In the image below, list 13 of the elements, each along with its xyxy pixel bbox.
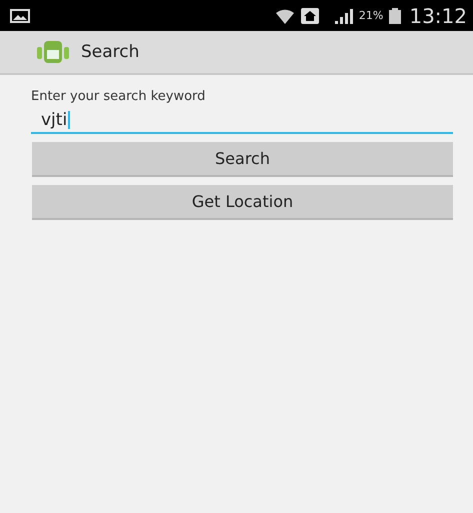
battery-percent: 21% [358, 9, 384, 22]
battery-icon [389, 8, 402, 24]
home-icon [300, 8, 319, 24]
robot-icon [37, 39, 69, 65]
search-button[interactable]: Search [32, 142, 453, 177]
image-icon [10, 8, 30, 22]
signal-icon [334, 8, 353, 24]
search-input-field[interactable]: vjti [31, 108, 453, 134]
field-label: Enter your search keyword [31, 89, 206, 104]
clock-time: 13:12 [409, 4, 467, 28]
wifi-icon [274, 8, 295, 24]
location-button[interactable]: Get Location [32, 185, 453, 220]
screen-title: Search [81, 42, 140, 62]
